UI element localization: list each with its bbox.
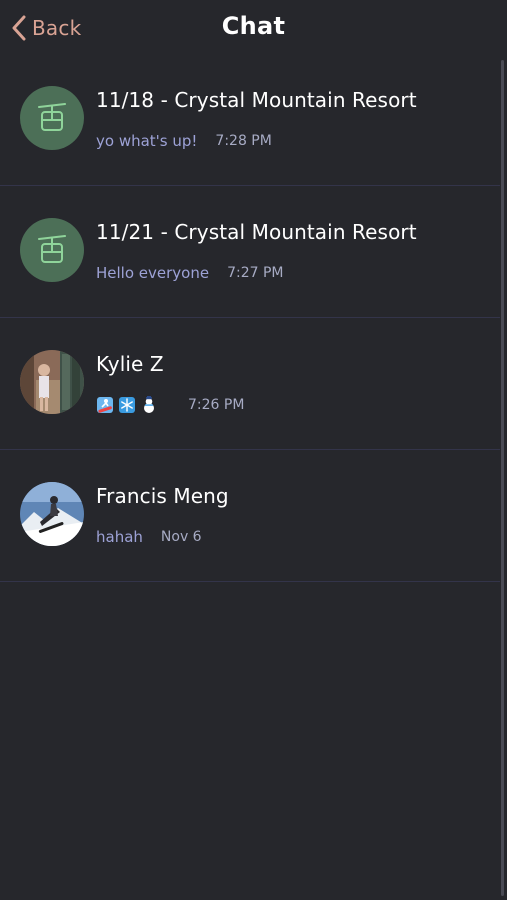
chat-title: Kylie Z [96,352,164,376]
timestamp: 7:28 PM [215,133,272,149]
group-avatar [20,86,84,150]
chat-title: Francis Meng [96,484,229,508]
chat-list: 11/18 - Crystal Mountain Resort yo what'… [0,54,500,582]
chat-row[interactable]: Kylie Z 7:26 PM [0,318,500,450]
gondola-icon [38,235,66,263]
chat-meta: yo what's up! 7:28 PM [96,132,272,150]
timestamp: 7:27 PM [227,265,284,281]
chat-meta: hahah Nov 6 [96,528,202,546]
timestamp: 7:26 PM [188,397,245,413]
emoji-preview [96,396,158,414]
group-avatar [20,218,84,282]
timestamp: Nov 6 [160,529,202,545]
page-title: Chat [221,12,286,40]
scrollbar[interactable] [501,60,504,896]
avatar [20,350,84,414]
header: Back Chat [0,0,507,56]
last-message: yo what's up! [96,132,198,150]
snowman-icon [144,396,154,413]
chat-title: 11/18 - Crystal Mountain Resort [96,88,417,112]
gondola-icon [38,103,66,131]
avatar [20,482,84,546]
chat-meta: 7:26 PM [96,396,244,414]
chat-row[interactable]: Francis Meng hahah Nov 6 [0,450,500,582]
chat-row[interactable]: 11/18 - Crystal Mountain Resort yo what'… [0,54,500,186]
last-message: hahah [96,528,143,546]
snowflake-icon [119,397,135,413]
last-message: Hello everyone [96,264,210,282]
chat-screen: Back Chat 11/18 - Crystal Mountain Resor… [0,0,507,900]
chat-row[interactable]: 11/21 - Crystal Mountain Resort Hello ev… [0,186,500,318]
user-photo [20,482,84,546]
chat-meta: Hello everyone 7:27 PM [96,264,284,282]
chat-title: 11/21 - Crystal Mountain Resort [96,220,417,244]
snowboard-icon [97,397,113,413]
user-photo [20,350,84,414]
